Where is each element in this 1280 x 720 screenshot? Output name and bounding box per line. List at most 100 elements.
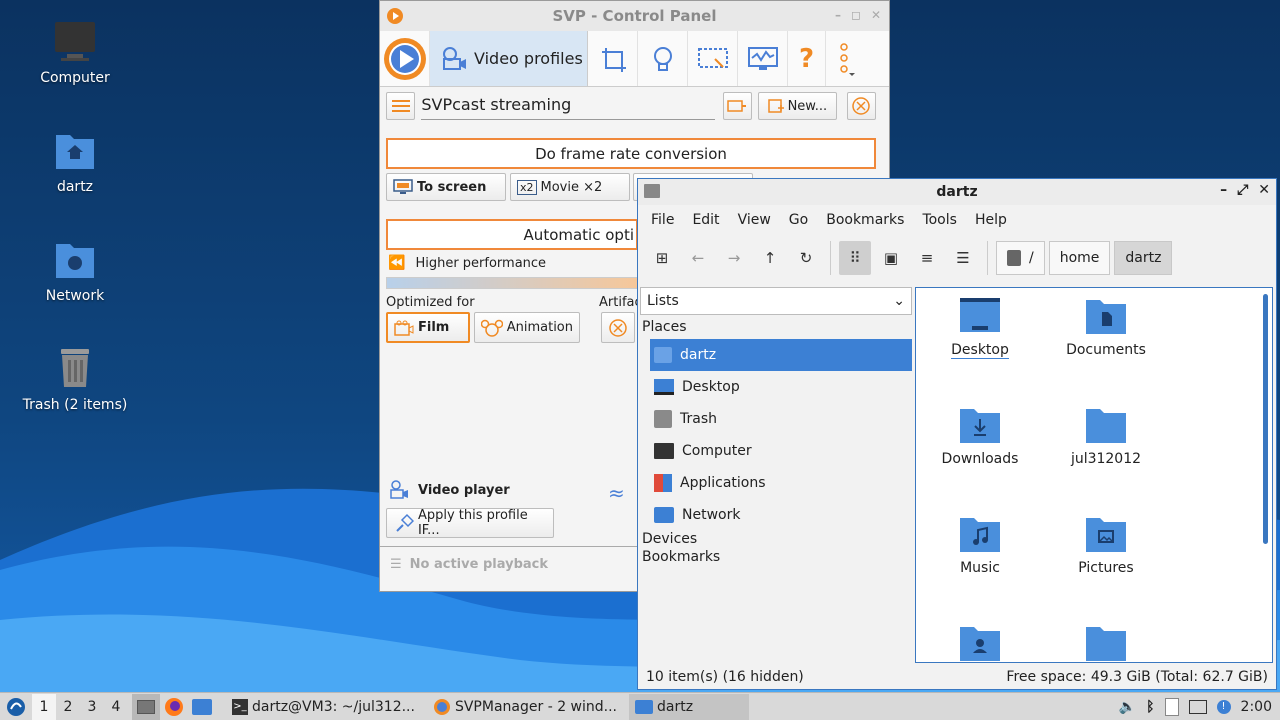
sidebar-item-network[interactable]: Network (640, 499, 912, 531)
file-item-downloads[interactable]: Downloads (920, 405, 1040, 467)
movie-x2-button[interactable]: x2 Movie ×2 (510, 173, 630, 201)
profile-menu-button[interactable] (386, 92, 416, 120)
svp-logo-icon (433, 698, 450, 715)
icon-view-button[interactable]: ⠿ (839, 241, 871, 275)
file-manager-launcher[interactable] (188, 698, 216, 715)
file-item-pictures[interactable]: Pictures (1046, 514, 1166, 576)
workspace-4[interactable]: 4 (104, 699, 128, 715)
breadcrumb-dartz[interactable]: dartz (1114, 241, 1173, 275)
sidebar-item-label: dartz (680, 347, 717, 363)
desktop-icon-computer[interactable]: Computer (0, 20, 150, 86)
automatic-optimization-button[interactable]: Automatic opti (386, 219, 638, 250)
close-icon[interactable]: ✕ (871, 8, 881, 22)
devices-header[interactable]: Devices (640, 531, 912, 547)
tab-video-profiles[interactable]: Video profiles (430, 31, 588, 86)
clock[interactable]: 2:00 (1241, 699, 1272, 715)
tab-more[interactable] (826, 31, 866, 86)
side-pane-mode-select[interactable]: Lists ⌄ (640, 287, 912, 315)
menu-edit[interactable]: Edit (683, 212, 728, 228)
profile-name-field[interactable]: SVPcast streaming (421, 92, 715, 120)
new-tab-button[interactable]: ⊞ (646, 241, 678, 275)
menu-bookmarks[interactable]: Bookmarks (817, 212, 913, 228)
vertical-scrollbar[interactable] (1263, 294, 1268, 544)
workspace-2[interactable]: 2 (56, 699, 80, 715)
task-terminal[interactable]: >_ dartz@VM3: ~/jul312... (226, 694, 421, 720)
reload-button[interactable]: ↻ (790, 241, 822, 275)
artifacts-cancel-button[interactable] (601, 312, 635, 343)
file-item-music[interactable]: Music (920, 514, 1040, 576)
workspace-3[interactable]: 3 (80, 699, 104, 715)
menu-help[interactable]: Help (966, 212, 1016, 228)
to-screen-button[interactable]: To screen (386, 173, 506, 201)
delete-profile-button[interactable] (846, 92, 876, 120)
task-file-manager[interactable]: dartz (629, 693, 750, 720)
file-item-jul312012[interactable]: jul312012 (1046, 405, 1166, 467)
tab-help[interactable]: ? (788, 31, 826, 86)
maximize-icon[interactable]: ◻ (851, 8, 861, 22)
higher-performance-row[interactable]: ⏪ Higher performance (388, 255, 546, 271)
detailed-view-button[interactable]: ☰ (947, 241, 979, 275)
desktop-icon-network[interactable]: Network (0, 238, 150, 304)
desktop-icon-home[interactable]: dartz (0, 129, 150, 195)
menu-view[interactable]: View (729, 212, 780, 228)
forward-button[interactable]: → (718, 241, 750, 275)
sidebar-item-applications[interactable]: Applications (640, 467, 912, 499)
breadcrumb-home[interactable]: home (1048, 241, 1111, 275)
tab-crop[interactable] (588, 31, 638, 86)
thumbnail-view-button[interactable]: ▣ (875, 241, 907, 275)
start-menu-button[interactable] (0, 693, 32, 720)
firefox-icon (165, 697, 183, 716)
film-label: Film (418, 320, 450, 335)
places-header[interactable]: Places (640, 315, 912, 339)
sidebar-item-computer[interactable]: Computer (640, 435, 912, 467)
sidebar-item-label: Desktop (682, 379, 740, 395)
file-item-folder[interactable] (1046, 623, 1166, 662)
film-button[interactable]: Film (386, 312, 470, 343)
minimize-icon[interactable]: – (835, 8, 841, 22)
notification-icon[interactable]: ! (1216, 700, 1231, 714)
tab-screen[interactable] (688, 31, 738, 86)
menu-tools[interactable]: Tools (913, 212, 966, 228)
frame-rate-conversion-button[interactable]: Do frame rate conversion (386, 138, 876, 169)
up-button[interactable]: ↑ (754, 241, 786, 275)
breadcrumb-root[interactable]: / (996, 241, 1045, 275)
compact-view-button[interactable]: ≡ (911, 241, 943, 275)
file-item-public[interactable] (920, 623, 1040, 662)
public-folder-icon (960, 623, 1000, 662)
apply-profile-if-button[interactable]: Apply this profile IF... (386, 508, 554, 538)
menu-file[interactable]: File (642, 212, 683, 228)
sidebar-item-desktop[interactable]: Desktop (640, 371, 912, 403)
fm-title-bar[interactable]: dartz – ⤢ ✕ (638, 179, 1276, 205)
firefox-launcher[interactable] (160, 697, 188, 717)
file-item-desktop[interactable]: Desktop (920, 296, 1040, 359)
file-item-documents[interactable]: Documents (1046, 296, 1166, 358)
performance-slider[interactable] (386, 277, 638, 289)
menu-go[interactable]: Go (780, 212, 817, 228)
movie-x2-label: Movie ×2 (540, 179, 603, 195)
fm-file-view[interactable]: Desktop Documents Downloads jul312012 Mu… (915, 287, 1273, 663)
sidebar-item-dartz[interactable]: dartz (650, 339, 912, 371)
close-icon[interactable]: ✕ (1258, 182, 1270, 198)
network-monitor-icon[interactable] (1188, 700, 1207, 714)
svp-play-logo-icon (383, 37, 426, 80)
tab-monitor[interactable] (738, 31, 788, 86)
file-item-label: Documents (1066, 342, 1146, 358)
bookmarks-header[interactable]: Bookmarks (640, 547, 912, 567)
tab-tips[interactable] (638, 31, 688, 86)
clipboard-icon[interactable] (1164, 698, 1179, 716)
svp-title-bar[interactable]: SVP - Control Panel – ◻ ✕ (380, 1, 889, 31)
bluetooth-icon[interactable]: ᛒ (1146, 699, 1154, 715)
desktop-icon-trash[interactable]: Trash (2 items) (0, 347, 150, 413)
volume-icon[interactable]: 🔈 (1119, 699, 1136, 715)
back-button[interactable]: ← (682, 241, 714, 275)
svp-main-menu-button[interactable] (380, 31, 430, 86)
show-desktop-button[interactable] (132, 693, 160, 720)
rename-profile-button[interactable] (722, 92, 753, 120)
task-svpmanager[interactable]: SVPManager - 2 wind... (427, 694, 623, 720)
animation-button[interactable]: Animation (474, 312, 580, 343)
maximize-icon[interactable]: ⤢ (1237, 182, 1248, 198)
workspace-1[interactable]: 1 (32, 693, 56, 720)
sidebar-item-trash[interactable]: Trash (640, 403, 912, 435)
new-profile-button[interactable]: New... (758, 92, 837, 120)
minimize-icon[interactable]: – (1220, 182, 1227, 198)
